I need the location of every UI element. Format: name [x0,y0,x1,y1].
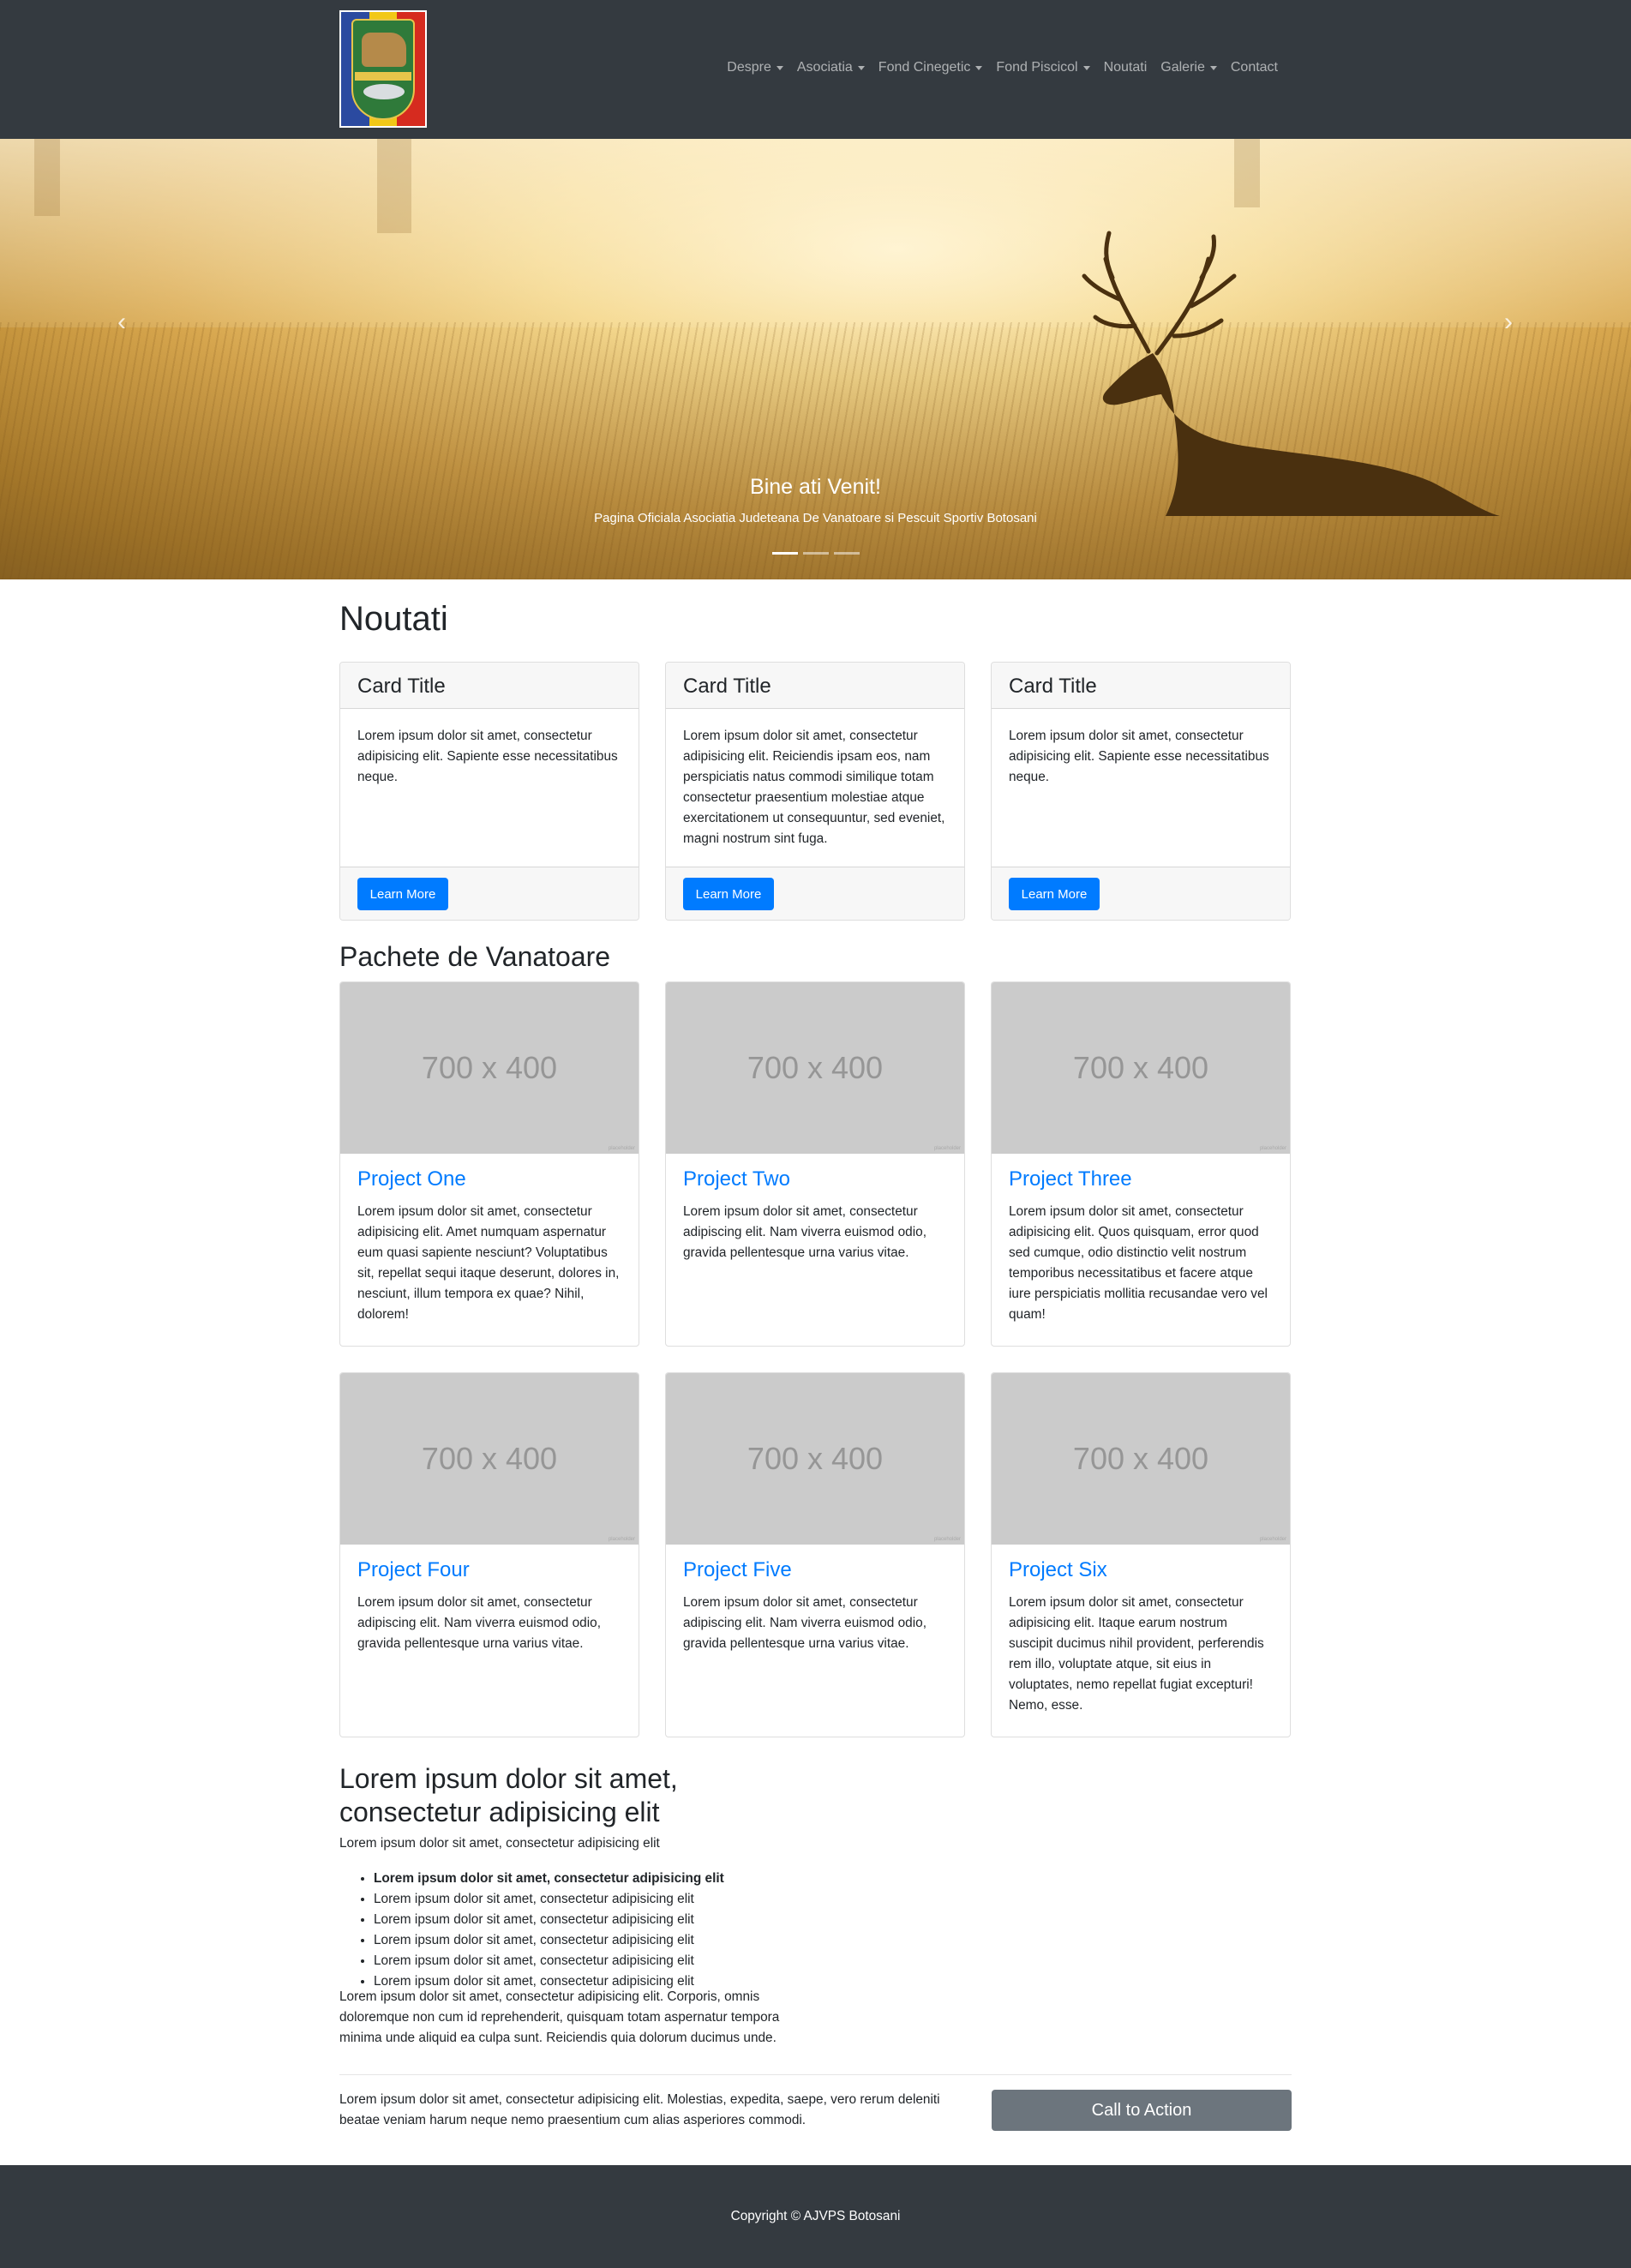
placeholder-label: 700 x 400 [1072,1441,1209,1476]
project-title-link[interactable]: Project Three [1009,1167,1132,1191]
call-to-action-button[interactable]: Call to Action [992,2090,1292,2131]
nav-label: Galerie [1160,60,1205,75]
project-text: Lorem ipsum dolor sit amet, consectetur … [683,1204,926,1260]
placeholder-label: 700 x 400 [1072,1050,1209,1085]
project-card: 700 x 400 placeholder Project Five Lorem … [665,1372,965,1737]
carousel-indicator[interactable] [771,552,798,555]
card-text: Lorem ipsum dolor sit amet, consectetur … [357,729,618,784]
news-card: Card Title Lorem ipsum dolor sit amet, c… [665,662,965,921]
project-title-link[interactable]: Project Four [357,1558,470,1582]
news-card: Card Title Lorem ipsum dolor sit amet, c… [991,662,1291,921]
project-title-link[interactable]: Project Six [1009,1558,1107,1582]
caret-down-icon [975,65,983,70]
carousel-prev-button[interactable]: ‹ [105,305,139,339]
about-intro: Lorem ipsum dolor sit amet, consectetur … [339,1836,660,1851]
project-text: Lorem ipsum dolor sit amet, consectetur … [683,1595,926,1651]
placeholder-image[interactable]: 700 x 400 placeholder [340,982,639,1154]
project-card: 700 x 400 placeholder Project Two Lorem i… [665,981,965,1347]
hero-carousel: ‹ › Bine ati Venit! Pagina Oficiala Asoc… [0,139,1631,579]
nav-fond-piscicol[interactable]: Fond Piscicol [989,60,1096,75]
nav-label: Asociatia [796,60,853,75]
project-card: 700 x 400 placeholder Project Four Lorem … [339,1372,639,1737]
hero-title: Bine ati Venit! [750,475,881,499]
list-item: Lorem ipsum dolor sit amet, consectetur … [374,1869,724,1889]
project-card: 700 x 400 placeholder Project Six Lorem i… [991,1372,1291,1737]
list-item: Lorem ipsum dolor sit amet, consectetur … [374,1889,724,1910]
project-text: Lorem ipsum dolor sit amet, consectetur … [1009,1204,1268,1322]
nav-label: Fond Piscicol [996,60,1078,75]
placeholder-image[interactable]: 700 x 400 placeholder [340,1373,639,1545]
placeholder-label: 700 x 400 [747,1441,884,1476]
nav-fond-cinegetic[interactable]: Fond Cinegetic [872,60,990,75]
card-title: Card Title [666,663,964,709]
stag-silhouette [1082,231,1500,516]
news-card: Card Title Lorem ipsum dolor sit amet, c… [339,662,639,921]
placeholder-label: 700 x 400 [747,1050,884,1085]
project-text: Lorem ipsum dolor sit amet, consectetur … [357,1595,601,1651]
copyright-text: Copyright © AJVPS Botosani [730,2209,901,2223]
nav-asociatia[interactable]: Asociatia [790,60,872,75]
divider [339,2074,1292,2075]
hero-subtitle: Pagina Oficiala Asociatia Judeteana De V… [594,511,1037,525]
carousel-indicators [0,552,1631,555]
about-list: Lorem ipsum dolor sit amet, consectetur … [374,1869,724,1992]
about-heading: Lorem ipsum dolor sit amet, consectetur … [339,1763,678,1827]
carousel-indicator[interactable] [802,552,829,555]
nav-label: Despre [727,60,771,75]
chevron-left-icon: ‹ [117,308,126,336]
nav-label: Contact [1230,60,1278,75]
placeholder-image[interactable]: 700 x 400 placeholder [666,982,964,1154]
nav-despre[interactable]: Despre [720,60,790,75]
caret-down-icon [1209,65,1217,70]
nav-contact[interactable]: Contact [1224,60,1285,75]
placeholder-image[interactable]: 700 x 400 placeholder [666,1373,964,1545]
project-title-link[interactable]: Project Two [683,1167,790,1191]
card-title: Card Title [992,663,1290,709]
project-title-link[interactable]: Project One [357,1167,466,1191]
placeholder-image[interactable]: 700 x 400 placeholder [992,982,1290,1154]
learn-more-button[interactable]: Learn More [1009,878,1100,910]
nav-noutati[interactable]: Noutati [1097,60,1154,75]
placeholder-label: 700 x 400 [421,1441,558,1476]
nav-menu: Despre Asociatia Fond Cinegetic Fond Pis… [720,60,1285,75]
list-item: Lorem ipsum dolor sit amet, consectetur … [374,1951,724,1971]
about-paragraph: Lorem ipsum dolor sit amet, consectetur … [339,1989,780,2045]
carousel-next-button[interactable]: › [1491,305,1526,339]
project-card: 700 x 400 placeholder Project One Lorem i… [339,981,639,1347]
card-text: Lorem ipsum dolor sit amet, consectetur … [1009,729,1269,784]
coat-of-arms-icon [351,19,415,120]
carousel-indicator[interactable] [833,552,860,555]
cta-text: Lorem ipsum dolor sit amet, consectetur … [339,2092,940,2127]
navbar: Despre Asociatia Fond Cinegetic Fond Pis… [0,0,1631,139]
learn-more-button[interactable]: Learn More [357,878,448,910]
packages-heading: Pachete de Vanatoare [339,941,611,972]
caret-down-icon [857,65,865,70]
caret-down-icon [776,65,783,70]
project-text: Lorem ipsum dolor sit amet, consectetur … [357,1204,620,1322]
card-title: Card Title [340,663,639,709]
list-item: Lorem ipsum dolor sit amet, consectetur … [374,1930,724,1951]
placeholder-image[interactable]: 700 x 400 placeholder [992,1373,1290,1545]
learn-more-button[interactable]: Learn More [683,878,774,910]
card-text: Lorem ipsum dolor sit amet, consectetur … [683,729,945,846]
project-title-link[interactable]: Project Five [683,1558,792,1582]
nav-label: Noutati [1103,60,1148,75]
nav-galerie[interactable]: Galerie [1154,60,1224,75]
ajvps-logo[interactable] [339,10,427,128]
caret-down-icon [1082,65,1090,70]
nav-label: Fond Cinegetic [878,60,971,75]
project-card: 700 x 400 placeholder Project Three Lorem… [991,981,1291,1347]
placeholder-label: 700 x 400 [421,1050,558,1085]
news-heading: Noutati [339,600,448,638]
footer: Copyright © AJVPS Botosani [0,2165,1631,2268]
chevron-right-icon: › [1504,308,1513,336]
list-item: Lorem ipsum dolor sit amet, consectetur … [374,1910,724,1930]
project-text: Lorem ipsum dolor sit amet, consectetur … [1009,1595,1264,1713]
